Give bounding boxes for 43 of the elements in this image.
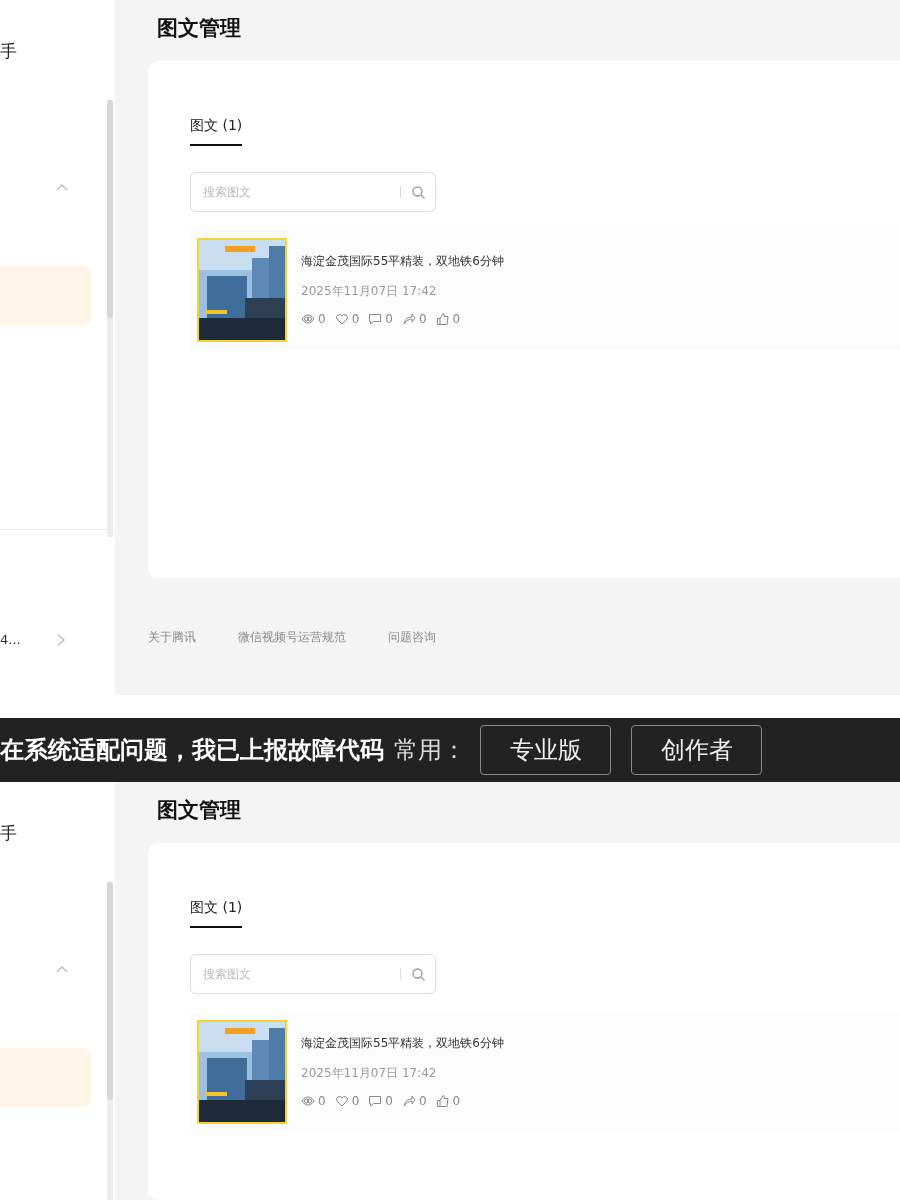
stat-count: 0 [318,311,326,328]
eye-icon [301,1094,315,1108]
mode-button[interactable]: 专业版 [480,725,611,775]
sidebar-item-label[interactable]: 4... [0,630,54,650]
eye-icon [301,312,315,326]
comment-icon [368,1094,383,1108]
mode-button[interactable]: 创作者 [631,725,762,775]
stat-count: 0 [385,311,393,328]
post-date: 2025年11月07日 17:42 [301,283,438,300]
scrollbar-thumb[interactable] [107,100,113,318]
tab[interactable]: 图文 (1) [190,897,243,928]
search-icon [411,966,426,982]
post-date: 2025年11月07日 17:42 [301,1065,438,1082]
page-title: 图文管理 [157,15,242,42]
stat-count: 0 [418,311,427,328]
tab[interactable]: 图文 (1) [190,115,243,146]
heart-icon [334,1094,349,1108]
thumbs-up-icon [435,1094,450,1108]
scrollbar-thumb[interactable] [107,882,113,1100]
post-title[interactable]: 海淀金茂国际55平精装，双地铁6分钟 [301,252,504,270]
comment-icon [368,312,383,326]
search-input[interactable]: 搜索图文 [190,954,436,994]
scrollbar[interactable] [107,882,113,1200]
stat-count: 0 [385,1093,393,1110]
caption-label: 常用： [394,735,466,766]
stat-count: 0 [418,1093,427,1110]
stat-count: 0 [351,311,360,328]
stat-count: 0 [351,1093,360,1110]
sidebar-title: 手 [0,40,18,63]
page-title: 图文管理 [157,797,242,824]
heart-icon [334,312,349,326]
thumbs-up-icon [435,312,450,326]
stat-count: 0 [452,1093,461,1110]
scrollbar[interactable] [107,100,113,537]
stat-count: 0 [452,311,461,328]
caption-text: 在系统适配问题，我已上报故障代码 [0,735,384,766]
share-icon [401,312,416,326]
share-icon [401,1094,416,1108]
sidebar-title: 手 [0,822,18,845]
stat-count: 0 [318,1093,326,1110]
search-input[interactable]: 搜索图文 [190,172,436,212]
post-title[interactable]: 海淀金茂国际55平精装，双地铁6分钟 [301,1034,504,1052]
search-icon [411,184,426,200]
